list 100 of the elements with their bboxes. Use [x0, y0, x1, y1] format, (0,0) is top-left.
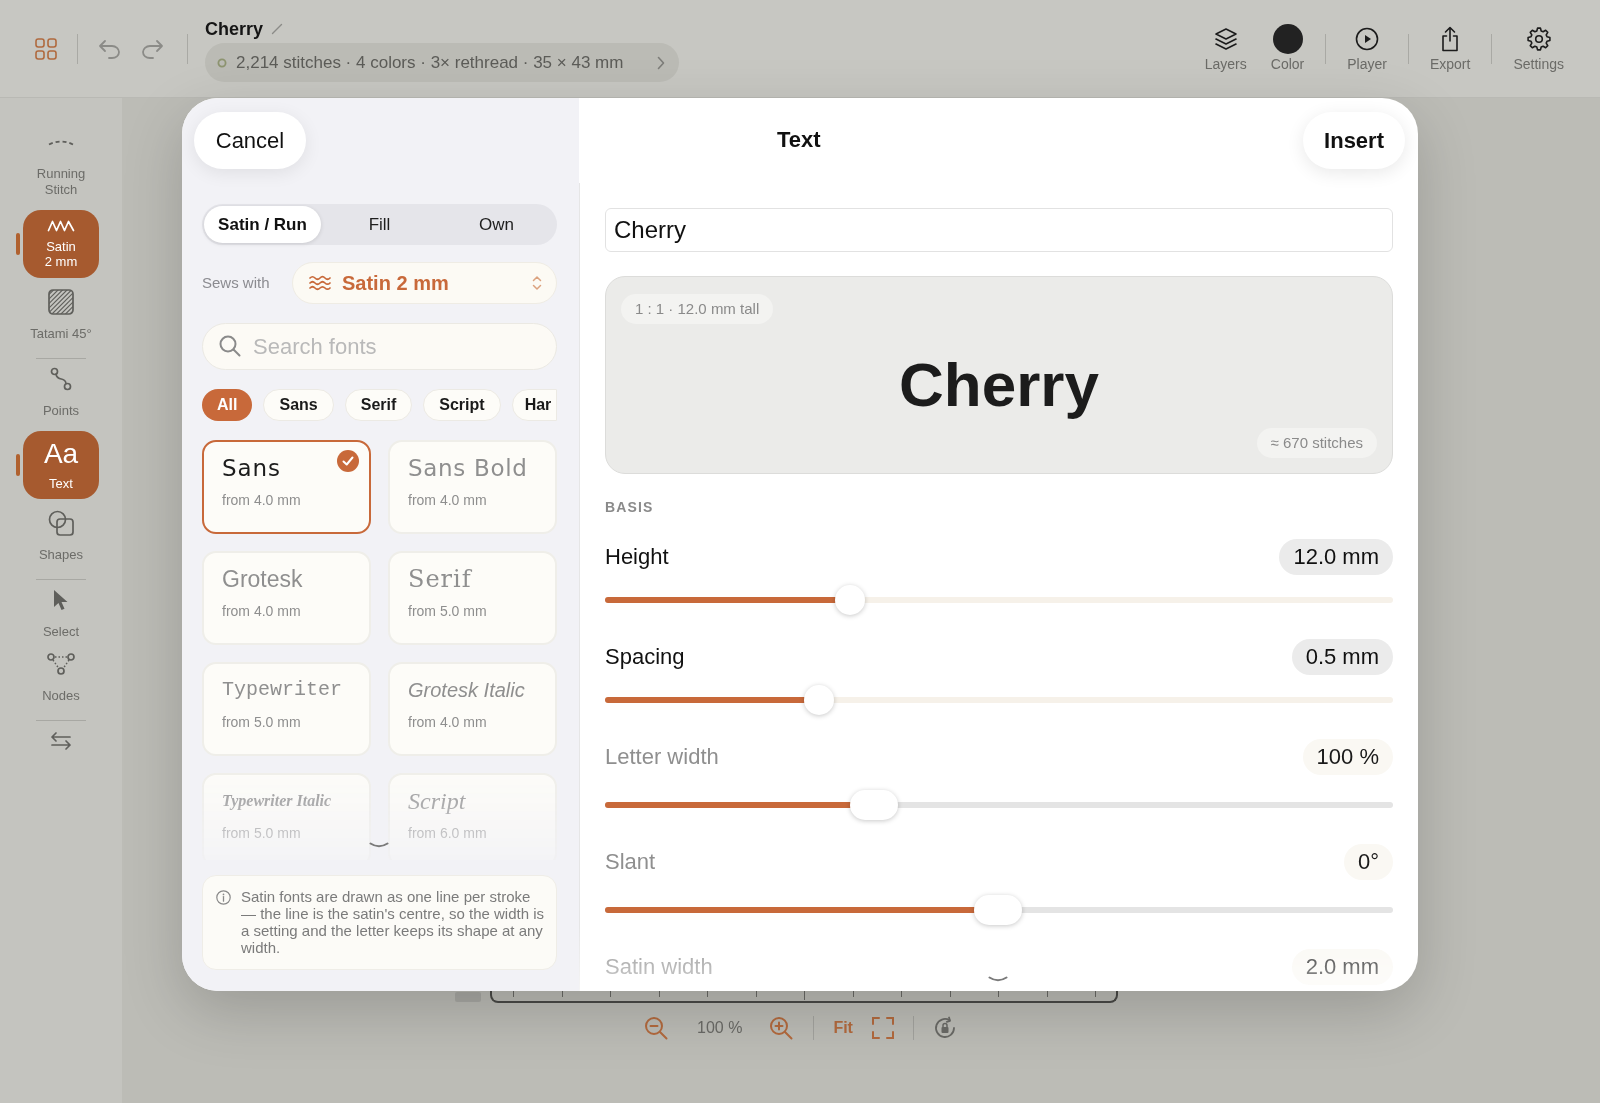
slider-label: Slant	[605, 848, 656, 876]
value-badge: 0.5 mm	[1291, 639, 1393, 675]
slider-label: Satin width	[605, 953, 713, 981]
value-badge: 2.0 mm	[1291, 949, 1393, 985]
tool-button[interactable]: Tatami 45°	[23, 290, 99, 342]
tool-button[interactable]: Nodes	[23, 652, 99, 704]
value-badge: 100 %	[1302, 739, 1393, 775]
scroll-down-chevron-icon[interactable]	[988, 976, 1008, 984]
slider-thumb[interactable]	[835, 585, 866, 615]
summary-button[interactable]: 2,214 stitches · 4 colors · 3× rethread · 35 × 43 mm	[205, 43, 679, 82]
font-name: Sans	[222, 454, 281, 483]
font-card[interactable]: Sans from 4.0 mm	[202, 440, 371, 534]
share-icon	[1440, 26, 1461, 52]
curve-points-icon	[50, 367, 72, 391]
tool-button[interactable]: Satin 2 mm	[23, 210, 99, 278]
grid-icon[interactable]	[35, 37, 57, 60]
cancel-button[interactable]: Cancel	[194, 112, 306, 169]
segment-tab[interactable]: Fill	[321, 206, 438, 243]
font-name: Typewriter Italic	[222, 791, 332, 812]
redo-icon[interactable]	[141, 38, 165, 59]
layers-icon	[1213, 27, 1238, 51]
font-min-size: from 5.0 mm	[222, 713, 301, 731]
font-name: Grotesk	[222, 565, 303, 594]
stitch-count-badge: ≈ 670 stitches	[1256, 428, 1377, 458]
value-badge: 12.0 mm	[1279, 539, 1393, 575]
filter-chip[interactable]: All	[202, 389, 253, 421]
filter-chip[interactable]: Har	[511, 389, 557, 421]
scroll-down-chevron-icon[interactable]	[369, 842, 389, 850]
fullscreen-icon[interactable]	[871, 1017, 894, 1039]
slider[interactable]	[605, 895, 1393, 925]
status-ring-icon	[217, 57, 227, 68]
info-text: Satin fonts are drawn as one line per stroke — the line is the satin's centre, so the width is a setting and the letter keeps its shape at any width.	[241, 888, 544, 958]
segment-tab[interactable]: Own	[438, 206, 555, 243]
font-card[interactable]: Sans Bold from 4.0 mm	[388, 440, 557, 534]
toolbar-button[interactable]: Export	[1429, 24, 1471, 73]
tool-button[interactable]: Running Stitch	[23, 130, 99, 198]
section-heading: BASIS	[605, 499, 655, 516]
slider-thumb[interactable]	[973, 895, 1022, 925]
font-min-size: from 4.0 mm	[408, 491, 487, 509]
chevron-right-icon	[657, 55, 665, 70]
font-card[interactable]: Grotesk from 4.0 mm	[202, 551, 371, 645]
toolbar-button[interactable]: Color	[1270, 24, 1305, 73]
font-name: Grotesk Italic	[408, 678, 525, 703]
font-min-size: from 4.0 mm	[222, 491, 301, 509]
slider-label: Height	[605, 543, 669, 571]
shapes-icon	[48, 510, 74, 536]
filter-chip[interactable]: Sans	[263, 389, 334, 421]
font-name: Serif	[408, 564, 472, 594]
font-card[interactable]: Serif from 5.0 mm	[388, 551, 557, 645]
rotation-lock-icon[interactable]	[932, 1016, 957, 1040]
zoom-out-icon[interactable]	[644, 1016, 668, 1040]
toolbar-button[interactable]: Player	[1347, 24, 1387, 73]
zigzag-icon	[47, 219, 75, 232]
text-tool-glyph: Aa	[43, 439, 79, 469]
font-name: Script	[408, 787, 466, 816]
search-icon	[219, 335, 241, 357]
toolbar-button[interactable]: Layers	[1204, 24, 1247, 73]
tool-button[interactable]: Points	[23, 367, 99, 419]
text-input[interactable]: Cherry	[605, 208, 1393, 252]
slider[interactable]	[605, 685, 1393, 715]
stitch-dropdown[interactable]: Satin 2 mm	[292, 262, 557, 304]
swap-arrows-icon	[49, 731, 73, 751]
pencil-icon[interactable]	[271, 23, 284, 35]
ruler-corner	[455, 992, 481, 1002]
info-icon	[216, 890, 231, 905]
slider-thumb[interactable]	[850, 790, 899, 820]
slider-thumb[interactable]	[803, 685, 834, 715]
undo-icon[interactable]	[97, 38, 121, 59]
scale-badge: 1 : 1 · 12.0 mm tall	[621, 294, 774, 324]
chevron-up-down-icon	[532, 275, 542, 291]
zoom-level: 100 %	[697, 1018, 743, 1038]
zoom-in-icon[interactable]	[769, 1016, 794, 1040]
waves-icon	[309, 275, 331, 291]
filter-chip[interactable]: Serif	[344, 389, 413, 421]
dashed-arc-icon	[47, 138, 75, 146]
segment-tab[interactable]: Satin / Run	[204, 206, 321, 243]
font-min-size: from 5.0 mm	[408, 602, 487, 620]
tool-button[interactable]: Aa Text	[23, 431, 99, 499]
filter-chip[interactable]: Script	[423, 389, 501, 421]
preview-text: Cherry	[899, 350, 1099, 420]
font-card[interactable]: Typewriter from 5.0 mm	[202, 662, 371, 756]
nodes-icon	[47, 653, 75, 675]
search-field[interactable]: Search fonts	[202, 323, 557, 370]
insert-button[interactable]: Insert	[1303, 112, 1405, 169]
value-badge: 0°	[1343, 844, 1393, 880]
toolbar-button[interactable]: Settings	[1513, 24, 1564, 73]
slider[interactable]	[605, 585, 1393, 615]
sews-with-label: Sews with	[202, 272, 270, 293]
fit-button[interactable]: Fit	[833, 1018, 853, 1038]
slider-label: Spacing	[605, 643, 685, 671]
cursor-icon	[52, 588, 70, 612]
font-name: Typewriter	[222, 677, 343, 703]
font-min-size: from 4.0 mm	[408, 713, 487, 731]
slider[interactable]	[605, 790, 1393, 820]
font-card[interactable]: Grotesk Italic from 4.0 mm	[388, 662, 557, 756]
document-title[interactable]: Cherry	[205, 18, 264, 40]
tool-button[interactable]: Shapes	[23, 511, 99, 563]
slider-label: Letter width	[605, 743, 719, 771]
tool-button[interactable]: Select	[23, 588, 99, 640]
play-icon	[1355, 27, 1380, 51]
